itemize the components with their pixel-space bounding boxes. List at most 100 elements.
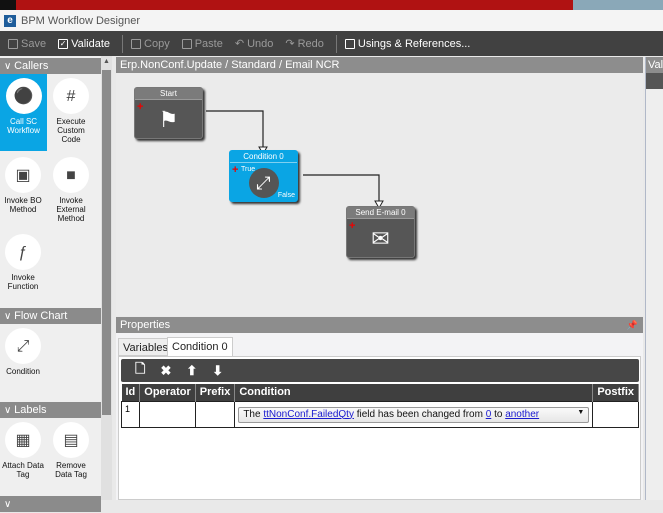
cell-prefix[interactable] xyxy=(194,400,236,428)
section-more[interactable] xyxy=(0,496,101,512)
save-label: Save xyxy=(21,37,47,50)
toolbar-separator xyxy=(122,34,124,53)
condition-text: to xyxy=(494,408,503,420)
main-toolbar: Save ✓ Validate Copy Paste ↶ Undo ↷ Redo Us… xyxy=(0,31,663,56)
envelope-icon: ✉ xyxy=(371,226,390,251)
breadcrumb: Erp.NonConf.Update / Standard / Email NC… xyxy=(116,57,643,73)
tool-palette: Callers ⚫ Call SC Workflow # Execute Custo… xyxy=(0,56,101,512)
chevron-down-icon[interactable]: ▼ xyxy=(577,409,584,416)
tool-label: Invoke BO Method xyxy=(4,196,42,214)
delete-icon[interactable]: ✖ xyxy=(160,363,171,379)
tool-label: Invoke External Method xyxy=(56,196,86,223)
node-send-email[interactable]: Send E-mail 0 + ✉ xyxy=(346,206,415,258)
tool-remove-data-tag[interactable]: ▤ Remove Data Tag xyxy=(49,422,93,479)
tool-condition[interactable]: ⤢ Condition xyxy=(1,328,45,376)
cell-condition: The ttNonConf.FailedQty field has been c… xyxy=(234,400,594,428)
new-row-icon[interactable]: 🗋 xyxy=(135,360,145,382)
table-row[interactable]: 1 The ttNonConf.FailedQty field has been… xyxy=(120,400,639,428)
section-labels[interactable]: Labels xyxy=(0,402,101,418)
condition-tab-panel: 🗋 ✖ ⬆ ⬇ Id Operator Prefix Condition Pos… xyxy=(118,356,641,500)
external-method-icon: ■ xyxy=(53,157,89,193)
col-operator: Operator xyxy=(139,384,196,401)
save-icon xyxy=(8,38,18,49)
from-value-link[interactable]: 0 xyxy=(486,409,492,420)
node-title: Condition 0 xyxy=(230,151,297,163)
connector-condition-email xyxy=(303,174,380,207)
checkbox-icon: ✓ xyxy=(58,38,69,49)
undo-button[interactable]: ↶ Undo xyxy=(234,37,274,51)
scroll-thumb[interactable] xyxy=(102,70,111,415)
tool-attach-data-tag[interactable]: ▦ Attach Data Tag xyxy=(1,422,45,479)
col-postfix: Postfix xyxy=(592,384,639,401)
toolbar-separator xyxy=(335,34,337,53)
redo-label: Redo xyxy=(297,37,324,50)
condition-dropdown[interactable]: The ttNonConf.FailedQty field has been c… xyxy=(238,406,590,423)
condition-text: field has been changed from xyxy=(356,408,483,420)
remove-tag-icon: ▤ xyxy=(53,422,89,458)
redo-icon: ↷ xyxy=(285,38,295,50)
tab-condition-0[interactable]: Condition 0 xyxy=(167,337,233,357)
workflow-canvas[interactable]: Start + ⚑ Condition 0 + True ⤢ False Sen… xyxy=(116,73,643,316)
move-up-icon[interactable]: ⬆ xyxy=(186,363,197,379)
tool-label: Execute Custom Code xyxy=(56,117,86,144)
copy-icon xyxy=(131,38,142,49)
move-down-icon[interactable]: ⬇ xyxy=(212,363,223,379)
function-icon: ƒ xyxy=(5,234,41,270)
tool-label: Condition xyxy=(6,367,40,376)
save-button[interactable]: Save xyxy=(8,38,46,50)
connector-start-condition xyxy=(206,110,264,153)
cell-id: 1 xyxy=(120,400,141,428)
node-start[interactable]: Start + ⚑ xyxy=(134,87,203,139)
right-panel-title: Val xyxy=(646,57,663,73)
scroll-up-icon[interactable]: ▲ xyxy=(102,58,111,68)
tool-invoke-external-method[interactable]: ■ Invoke External Method xyxy=(49,157,93,223)
validate-label: Validate xyxy=(71,37,111,50)
copy-button[interactable]: Copy xyxy=(131,38,170,50)
conditions-table: Id Operator Prefix Condition Postfix 1 T… xyxy=(120,384,639,428)
paste-label: Paste xyxy=(194,37,223,50)
section-flow-chart[interactable]: Flow Chart xyxy=(0,308,101,324)
hash-document-icon: # xyxy=(53,78,89,114)
tool-invoke-bo-method[interactable]: ▣ Invoke BO Method xyxy=(1,157,45,214)
col-id: Id xyxy=(121,384,141,401)
col-condition: Condition xyxy=(234,384,594,401)
tool-label: Invoke Function xyxy=(7,273,39,291)
workflow-icon: ⚫ xyxy=(5,78,42,114)
section-callers[interactable]: Callers xyxy=(0,58,101,74)
palette-scrollbar[interactable]: ▲ xyxy=(101,56,112,500)
cell-operator[interactable] xyxy=(139,400,196,428)
tool-label: Remove Data Tag xyxy=(55,461,87,479)
condition-text: The xyxy=(243,408,261,420)
background-banner xyxy=(0,0,663,10)
field-link[interactable]: ttNonConf.FailedQty xyxy=(263,409,354,420)
tool-execute-custom-code[interactable]: # Execute Custom Code xyxy=(49,78,93,144)
tool-label: Call SC Workflow xyxy=(7,117,40,135)
tool-call-sc-workflow[interactable]: ⚫ Call SC Workflow xyxy=(0,74,47,151)
references-icon xyxy=(344,38,355,49)
undo-icon: ↶ xyxy=(234,38,245,50)
attach-tag-icon: ▦ xyxy=(5,422,41,458)
tab-variables[interactable]: Variables xyxy=(118,338,174,356)
tool-label: Attach Data Tag xyxy=(2,461,44,479)
usings-references-button[interactable]: Usings & References... xyxy=(344,38,470,50)
properties-title: Properties xyxy=(120,319,171,331)
node-title: Start xyxy=(135,88,202,100)
node-title: Send E-mail 0 xyxy=(347,207,414,219)
node-condition[interactable]: Condition 0 + True ⤢ False xyxy=(229,150,298,202)
properties-panel: Variables Condition 0 🗋 ✖ ⬆ ⬇ Id Operato… xyxy=(116,333,643,500)
pin-icon[interactable]: 📌 xyxy=(627,317,638,333)
false-label: False xyxy=(277,192,295,199)
right-panel: Val xyxy=(645,57,663,500)
condition-icon: ⤢ xyxy=(5,328,41,364)
redo-button[interactable]: ↷ Redo xyxy=(285,37,324,51)
grid-toolbar: 🗋 ✖ ⬆ ⬇ xyxy=(121,359,639,382)
paste-icon xyxy=(181,38,192,49)
to-value-link[interactable]: another xyxy=(505,409,539,420)
tool-invoke-function[interactable]: ƒ Invoke Function xyxy=(1,234,45,291)
paste-button[interactable]: Paste xyxy=(181,37,223,50)
right-panel-toolbar xyxy=(646,73,663,89)
validate-button[interactable]: ✓ Validate xyxy=(58,38,110,50)
app-logo-icon: e xyxy=(4,14,16,27)
cell-postfix[interactable] xyxy=(592,400,639,428)
title-bar: e BPM Workflow Designer xyxy=(0,10,663,31)
